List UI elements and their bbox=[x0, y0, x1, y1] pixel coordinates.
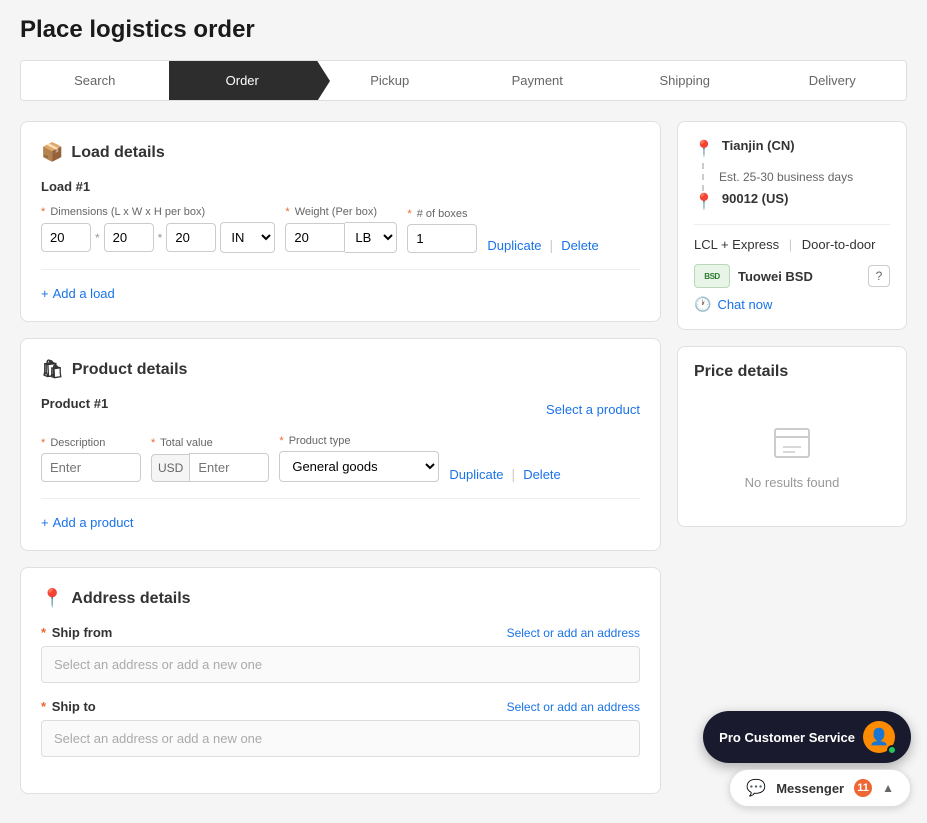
total-value-field: * Total value USD bbox=[151, 437, 269, 482]
ship-from-row: * Ship from Select or add an address bbox=[41, 625, 640, 640]
weight-label: * Weight (Per box) bbox=[285, 206, 397, 218]
dim-width-input[interactable] bbox=[104, 223, 154, 252]
select-product-button[interactable]: Select a product bbox=[546, 402, 640, 417]
step-order[interactable]: Order bbox=[169, 61, 317, 100]
carrier-help-button[interactable]: ? bbox=[868, 265, 890, 287]
carrier-logo: BSD bbox=[694, 264, 730, 288]
boxes-label: * # of boxes bbox=[407, 208, 477, 220]
load-field-row: * Dimensions (L x W x H per box) * * IN bbox=[41, 206, 640, 253]
product-header: Product #1 Select a product bbox=[41, 396, 640, 423]
product-details-title: 🛍 Product details bbox=[41, 359, 640, 380]
value-input[interactable] bbox=[189, 453, 269, 482]
route-origin: Tianjin (CN) bbox=[722, 138, 795, 153]
product-action-links: Duplicate | Delete bbox=[449, 466, 560, 482]
value-inputs: USD bbox=[151, 453, 269, 482]
address-details-card: 📍 Address details * Ship from Select or … bbox=[20, 567, 661, 794]
pro-avatar-online-badge bbox=[887, 745, 897, 755]
price-details-title: Price details bbox=[694, 363, 890, 381]
load-details-card: 📦 Load details Load #1 * Dimensions (L x… bbox=[20, 121, 661, 322]
route-divider bbox=[694, 224, 890, 225]
no-results-container: No results found bbox=[694, 397, 890, 510]
ship-to-select-button[interactable]: Select or add an address bbox=[507, 700, 640, 714]
step-payment[interactable]: Payment bbox=[464, 61, 612, 100]
messenger-chevron-icon: ▲ bbox=[882, 781, 894, 795]
dimensions-label: * Dimensions (L x W x H per box) bbox=[41, 206, 275, 218]
ship-to-input[interactable]: Select an address or add a new one bbox=[41, 720, 640, 757]
chat-icon: 🕐 bbox=[694, 296, 711, 313]
product-type-select[interactable]: General goods Electronics Clothing Furni… bbox=[279, 451, 439, 482]
add-load-button[interactable]: + Add a load bbox=[41, 286, 640, 301]
step-shipping[interactable]: Shipping bbox=[611, 61, 759, 100]
dest-pin-icon: 📍 bbox=[694, 192, 714, 212]
delete-load-button[interactable]: Delete bbox=[561, 238, 599, 253]
dim-height-input[interactable] bbox=[166, 223, 216, 252]
ship-from-select-button[interactable]: Select or add an address bbox=[507, 626, 640, 640]
dim-sep-1: * bbox=[95, 231, 100, 245]
weight-input[interactable] bbox=[285, 223, 345, 252]
pro-customer-service-button[interactable]: Pro Customer Service 👤 bbox=[703, 711, 911, 763]
duplicate-load-button[interactable]: Duplicate bbox=[487, 238, 541, 253]
location-icon: 📍 bbox=[41, 588, 63, 609]
route-days: Est. 25-30 business days bbox=[719, 163, 853, 191]
box-icon: 📦 bbox=[41, 142, 63, 163]
dimensions-field: * Dimensions (L x W x H per box) * * IN bbox=[41, 206, 275, 253]
carrier-row: BSD Tuowei BSD ? bbox=[694, 264, 890, 288]
product-divider bbox=[41, 498, 640, 499]
stepper: Search Order Pickup Payment Shipping Del… bbox=[20, 60, 907, 101]
load-details-title: 📦 Load details bbox=[41, 142, 640, 163]
messenger-badge: 11 bbox=[854, 779, 872, 797]
messenger-bar[interactable]: 💬 Messenger 11 ▲ bbox=[729, 769, 911, 807]
carrier-name: Tuowei BSD bbox=[738, 269, 860, 284]
address-details-title: 📍 Address details bbox=[41, 588, 640, 609]
load-number: Load #1 bbox=[41, 179, 640, 194]
duplicate-product-button[interactable]: Duplicate bbox=[449, 467, 503, 482]
ship-from-label: * Ship from bbox=[41, 625, 112, 640]
product-details-card: 🛍 Product details Product #1 Select a pr… bbox=[20, 338, 661, 551]
step-pickup[interactable]: Pickup bbox=[316, 61, 464, 100]
description-field: * Description bbox=[41, 437, 141, 482]
route-destination: 90012 (US) bbox=[722, 191, 788, 206]
product-type-field: * Product type General goods Electronics… bbox=[279, 435, 439, 482]
load-divider bbox=[41, 269, 640, 270]
dimensions-inputs: * * IN CM bbox=[41, 222, 275, 253]
chat-now-button[interactable]: 🕐 Chat now bbox=[694, 296, 890, 313]
product-type-label: * Product type bbox=[279, 435, 439, 447]
no-results-icon bbox=[767, 417, 817, 467]
dim-length-input[interactable] bbox=[41, 223, 91, 252]
delete-product-button[interactable]: Delete bbox=[523, 467, 561, 482]
currency-label: USD bbox=[151, 454, 189, 482]
boxes-input[interactable] bbox=[407, 224, 477, 253]
step-search[interactable]: Search bbox=[21, 61, 169, 100]
origin-pin-icon: 📍 bbox=[694, 139, 714, 159]
product-fields: * Description * Total value USD bbox=[41, 435, 640, 482]
ship-to-label: * Ship to bbox=[41, 699, 96, 714]
description-label: * Description bbox=[41, 437, 141, 449]
weight-unit-select[interactable]: LB KG bbox=[345, 222, 397, 253]
step-delivery[interactable]: Delivery bbox=[759, 61, 907, 100]
dim-unit-select[interactable]: IN CM bbox=[220, 222, 275, 253]
weight-inputs: LB KG bbox=[285, 222, 397, 253]
dim-sep-2: * bbox=[158, 231, 163, 245]
page-title: Place logistics order bbox=[20, 16, 907, 44]
add-product-button[interactable]: + Add a product bbox=[41, 515, 640, 530]
pro-avatar: 👤 bbox=[863, 721, 895, 753]
no-results-text: No results found bbox=[745, 475, 840, 490]
messenger-label: Messenger bbox=[776, 781, 844, 796]
description-input[interactable] bbox=[41, 453, 141, 482]
messenger-icon: 💬 bbox=[746, 778, 766, 798]
ship-to-row: * Ship to Select or add an address bbox=[41, 699, 640, 714]
route-type: LCL + Express | Door-to-door bbox=[694, 237, 890, 252]
load-action-links: Duplicate | Delete bbox=[487, 237, 598, 253]
total-value-label: * Total value bbox=[151, 437, 269, 449]
shopping-bag-icon: 🛍 bbox=[41, 359, 64, 380]
boxes-field: * # of boxes bbox=[407, 208, 477, 253]
route-card: 📍 Tianjin (CN) Est. 25-30 business days … bbox=[677, 121, 907, 330]
product-number: Product #1 bbox=[41, 396, 108, 411]
price-details-card: Price details No results found bbox=[677, 346, 907, 527]
ship-from-input[interactable]: Select an address or add a new one bbox=[41, 646, 640, 683]
weight-field: * Weight (Per box) LB KG bbox=[285, 206, 397, 253]
